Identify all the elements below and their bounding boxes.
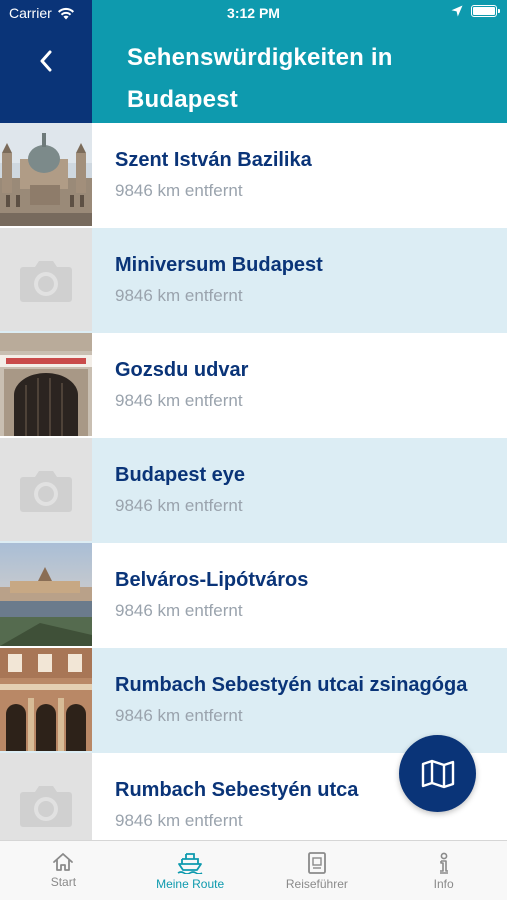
tab-label: Meine Route (156, 877, 225, 891)
sight-name: Budapest eye (115, 464, 246, 486)
status-time: 3:12 PM (227, 5, 280, 21)
chevron-left-icon (40, 50, 52, 72)
map-icon (421, 759, 454, 788)
header: Carrier 3:12 PM Sehenswürdigkeiten in Bu… (0, 0, 507, 123)
tab-bar: Start Meine Route Reiseführer Info (0, 840, 507, 900)
basilica-photo (0, 123, 92, 226)
tab-reisefuehrer[interactable]: Reiseführer (254, 841, 381, 900)
list-item[interactable]: Belváros-Lipótváros 9846 km entfernt (0, 543, 507, 648)
location-arrow-icon (451, 5, 463, 17)
home-icon (53, 853, 74, 871)
sight-distance: 9846 km entfernt (115, 391, 243, 410)
synagogue-photo (0, 648, 92, 751)
sight-distance: 9846 km entfernt (115, 601, 243, 620)
sight-name: Belváros-Lipótváros (115, 569, 309, 591)
status-bar: Carrier 3:12 PM (0, 0, 507, 28)
sight-name: Gozsdu udvar (115, 359, 249, 381)
camera-placeholder-icon (0, 753, 92, 840)
sight-name: Rumbach Sebestyén utcai zsinagóga (115, 674, 468, 696)
sight-distance: 9846 km entfernt (115, 496, 243, 515)
list-item[interactable]: Gozsdu udvar 9846 km entfernt (0, 333, 507, 438)
gozsdu-gate-photo (0, 333, 92, 436)
parliament-photo (0, 543, 92, 646)
back-button[interactable] (30, 45, 62, 77)
sight-distance: 9846 km entfernt (115, 811, 243, 830)
book-icon (307, 852, 326, 874)
sights-list[interactable]: Szent István Bazilika 9846 km entfernt M… (0, 123, 507, 840)
sight-name: Rumbach Sebestyén utca (115, 779, 359, 801)
page-title: Sehenswürdigkeiten in Budapest (127, 44, 393, 113)
info-icon (439, 852, 448, 874)
sight-distance: 9846 km entfernt (115, 181, 243, 200)
camera-placeholder-icon (0, 438, 92, 541)
tab-start[interactable]: Start (0, 841, 127, 900)
tab-meine-route[interactable]: Meine Route (127, 841, 254, 900)
sight-distance: 9846 km entfernt (115, 706, 243, 725)
list-item[interactable]: Miniversum Budapest 9846 km entfernt (0, 228, 507, 333)
tab-label: Info (433, 877, 454, 891)
map-button[interactable] (399, 735, 476, 812)
sight-name: Miniversum Budapest (115, 254, 323, 276)
tab-info[interactable]: Info (380, 841, 507, 900)
ship-icon (177, 853, 203, 874)
tab-label: Reiseführer (285, 877, 348, 891)
sight-distance: 9846 km entfernt (115, 286, 243, 305)
list-item[interactable]: Budapest eye 9846 km entfernt (0, 438, 507, 543)
camera-placeholder-icon (0, 228, 92, 331)
battery-icon (471, 5, 500, 17)
tab-label: Start (50, 875, 77, 889)
sight-name: Szent István Bazilika (115, 149, 312, 171)
list-item[interactable]: Szent István Bazilika 9846 km entfernt (0, 123, 507, 228)
